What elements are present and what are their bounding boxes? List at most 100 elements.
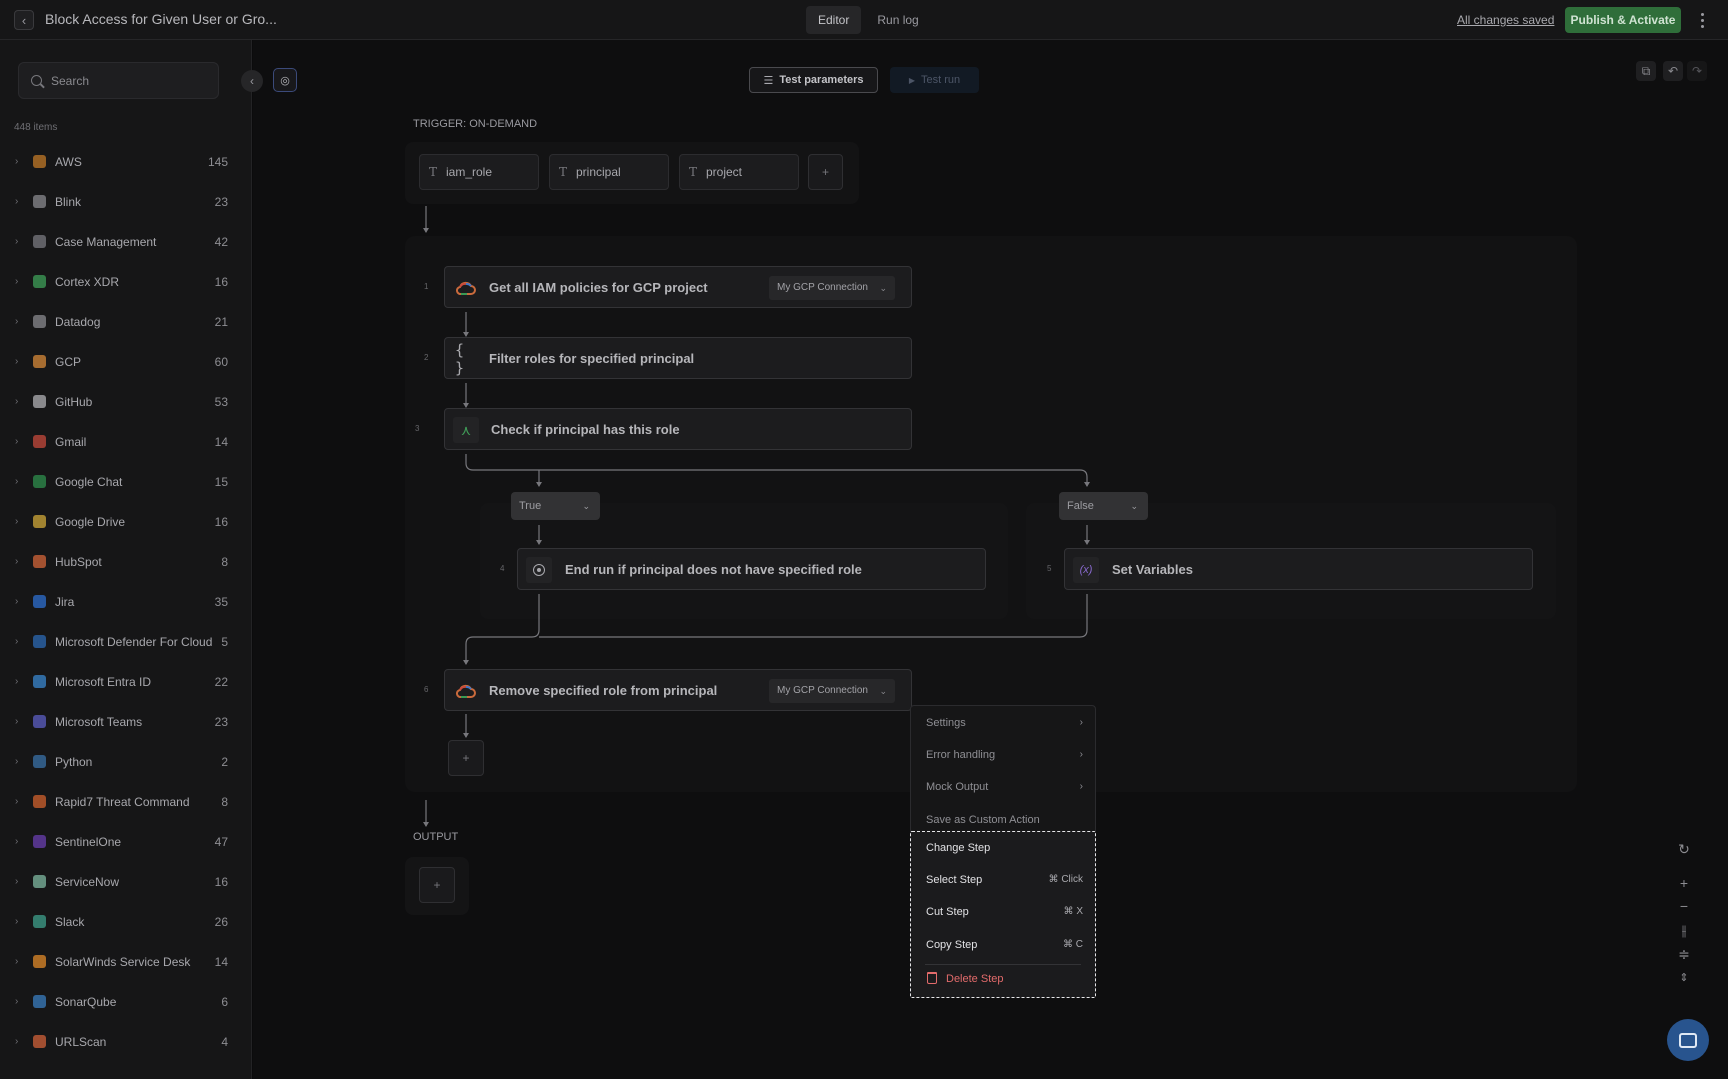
- chevron-right-icon[interactable]: ›: [15, 796, 18, 807]
- chevron-right-icon[interactable]: ›: [15, 556, 18, 567]
- sidebar-item-count: 8: [221, 795, 228, 809]
- chat-support-button[interactable]: [1667, 1019, 1709, 1061]
- collapse-sidebar-button[interactable]: ‹: [241, 70, 263, 92]
- chevron-right-icon[interactable]: ›: [15, 636, 18, 647]
- sidebar-item[interactable]: › Microsoft Defender For Cloud 5: [0, 622, 251, 662]
- sidebar-item[interactable]: › GCP 60: [0, 342, 251, 382]
- menu-item-select-step[interactable]: Select Step ⌘ Click: [911, 865, 1095, 895]
- step-get-iam-policies[interactable]: Get all IAM policies for GCP project My …: [444, 266, 912, 308]
- menu-item-error-handling[interactable]: Error handling ›: [911, 740, 1095, 770]
- step-set-variables[interactable]: (x) Set Variables: [1064, 548, 1533, 590]
- chevron-right-icon[interactable]: ›: [15, 276, 18, 287]
- sidebar-item[interactable]: › Microsoft Teams 23: [0, 702, 251, 742]
- menu-item-change-step[interactable]: Change Step: [911, 833, 1095, 863]
- connection-select[interactable]: My GCP Connection ⌄: [769, 276, 895, 300]
- menu-item-settings[interactable]: Settings ›: [911, 708, 1095, 738]
- menu-item-delete-step[interactable]: Delete Step: [911, 964, 1095, 994]
- save-status[interactable]: All changes saved: [1457, 13, 1554, 27]
- menu-item-cut-step[interactable]: Cut Step ⌘ X: [911, 897, 1095, 927]
- sidebar-item[interactable]: › Jira 35: [0, 582, 251, 622]
- step-number: 5: [1047, 564, 1052, 573]
- sidebar-item[interactable]: › Rapid7 Threat Command 8: [0, 782, 251, 822]
- sidebar-item[interactable]: › Case Management 42: [0, 222, 251, 262]
- chevron-right-icon[interactable]: ›: [15, 756, 18, 767]
- redo-icon[interactable]: ↷: [1687, 61, 1707, 81]
- zoom-out-icon[interactable]: −: [1674, 897, 1694, 915]
- connection-select[interactable]: My GCP Connection ⌄: [769, 679, 895, 703]
- sidebar-item[interactable]: › Gmail 14: [0, 422, 251, 462]
- chevron-right-icon[interactable]: ›: [15, 836, 18, 847]
- fit-width-icon[interactable]: ⫲: [1674, 921, 1694, 939]
- sidebar-item[interactable]: › ServiceNow 16: [0, 862, 251, 902]
- expand-collapse-icon[interactable]: ⇕: [1674, 968, 1694, 986]
- tab-editor[interactable]: Editor: [806, 6, 862, 34]
- chevron-right-icon[interactable]: ›: [15, 356, 18, 367]
- step-end-run[interactable]: End run if principal does not have speci…: [517, 548, 986, 590]
- reset-view-icon[interactable]: ↻: [1674, 840, 1694, 858]
- param-iam-role[interactable]: iam_role: [419, 154, 539, 190]
- chevron-right-icon[interactable]: ›: [15, 996, 18, 1007]
- workflow-title[interactable]: Block Access for Given User or Gro...: [45, 11, 277, 27]
- sidebar-item[interactable]: › SentinelOne 47: [0, 822, 251, 862]
- publish-activate-button[interactable]: Publish & Activate: [1565, 7, 1681, 33]
- menu-item-copy-step[interactable]: Copy Step ⌘ C: [911, 930, 1095, 960]
- chevron-right-icon[interactable]: ›: [15, 596, 18, 607]
- fit-height-icon[interactable]: ≑: [1674, 945, 1694, 963]
- step-check-role[interactable]: ⋏ Check if principal has this role: [444, 408, 912, 450]
- sidebar-item[interactable]: › URLScan 4: [0, 1022, 251, 1062]
- chevron-right-icon[interactable]: ›: [15, 956, 18, 967]
- chevron-right-icon[interactable]: ›: [15, 236, 18, 247]
- zoom-in-icon[interactable]: +: [1674, 874, 1694, 892]
- sidebar-item[interactable]: › Blink 23: [0, 182, 251, 222]
- test-run-button[interactable]: ▶ Test run: [890, 67, 979, 93]
- chevron-right-icon[interactable]: ›: [15, 516, 18, 527]
- sidebar-item-count: 6: [221, 995, 228, 1009]
- true-branch-select[interactable]: True ⌄: [511, 492, 600, 520]
- chevron-right-icon[interactable]: ›: [15, 396, 18, 407]
- chevron-right-icon[interactable]: ›: [15, 716, 18, 727]
- chevron-right-icon[interactable]: ›: [15, 876, 18, 887]
- chevron-right-icon[interactable]: ›: [15, 196, 18, 207]
- add-param-button[interactable]: +: [808, 154, 843, 190]
- sidebar-item[interactable]: › Python 2: [0, 742, 251, 782]
- step-remove-role[interactable]: Remove specified role from principal My …: [444, 669, 912, 711]
- more-options-icon[interactable]: [1694, 8, 1710, 32]
- chevron-right-icon[interactable]: ›: [15, 316, 18, 327]
- chevron-right-icon[interactable]: ›: [15, 156, 18, 167]
- chevron-down-icon: ⌄: [1130, 501, 1138, 511]
- test-parameters-button[interactable]: ☰ Test parameters: [749, 67, 878, 93]
- sidebar-item[interactable]: › Google Drive 16: [0, 502, 251, 542]
- param-project[interactable]: project: [679, 154, 799, 190]
- sidebar-item[interactable]: › Google Chat 15: [0, 462, 251, 502]
- sidebar-item[interactable]: › SonarQube 6: [0, 982, 251, 1022]
- chevron-right-icon[interactable]: ›: [15, 916, 18, 927]
- sidebar-item-count: 15: [214, 475, 228, 489]
- chevron-right-icon[interactable]: ›: [15, 1036, 18, 1047]
- add-output-button[interactable]: +: [419, 867, 455, 903]
- false-branch-select[interactable]: False ⌄: [1059, 492, 1148, 520]
- param-principal[interactable]: principal: [549, 154, 669, 190]
- copy-icon[interactable]: ⧉: [1636, 61, 1656, 81]
- undo-icon[interactable]: ↶: [1663, 61, 1683, 81]
- add-step-button[interactable]: +: [448, 740, 484, 776]
- step-filter-roles[interactable]: { } Filter roles for specified principal: [444, 337, 912, 379]
- sidebar-item[interactable]: › GitHub 53: [0, 382, 251, 422]
- sidebar-item[interactable]: › SolarWinds Service Desk 14: [0, 942, 251, 982]
- search-input[interactable]: Search: [18, 62, 219, 99]
- chevron-right-icon[interactable]: ›: [15, 676, 18, 687]
- chevron-right-icon[interactable]: ›: [15, 476, 18, 487]
- sidebar-item[interactable]: › Slack 26: [0, 902, 251, 942]
- sidebar-item[interactable]: › Cortex XDR 16: [0, 262, 251, 302]
- sidebar-item-label: Microsoft Entra ID: [55, 675, 152, 689]
- assistant-icon[interactable]: ◎: [273, 68, 297, 92]
- sidebar-item-count: 14: [214, 955, 228, 969]
- tab-run-log[interactable]: Run log: [865, 6, 930, 34]
- sidebar-item[interactable]: › HubSpot 8: [0, 542, 251, 582]
- menu-item-mock-output[interactable]: Mock Output ›: [911, 772, 1095, 802]
- sidebar-item[interactable]: › Datadog 21: [0, 302, 251, 342]
- sidebar-item[interactable]: › Microsoft Entra ID 22: [0, 662, 251, 702]
- connection-value: My GCP Connection: [777, 282, 868, 293]
- chevron-right-icon[interactable]: ›: [15, 436, 18, 447]
- back-button[interactable]: ‹: [14, 10, 34, 30]
- sidebar-item[interactable]: › AWS 145: [0, 142, 251, 182]
